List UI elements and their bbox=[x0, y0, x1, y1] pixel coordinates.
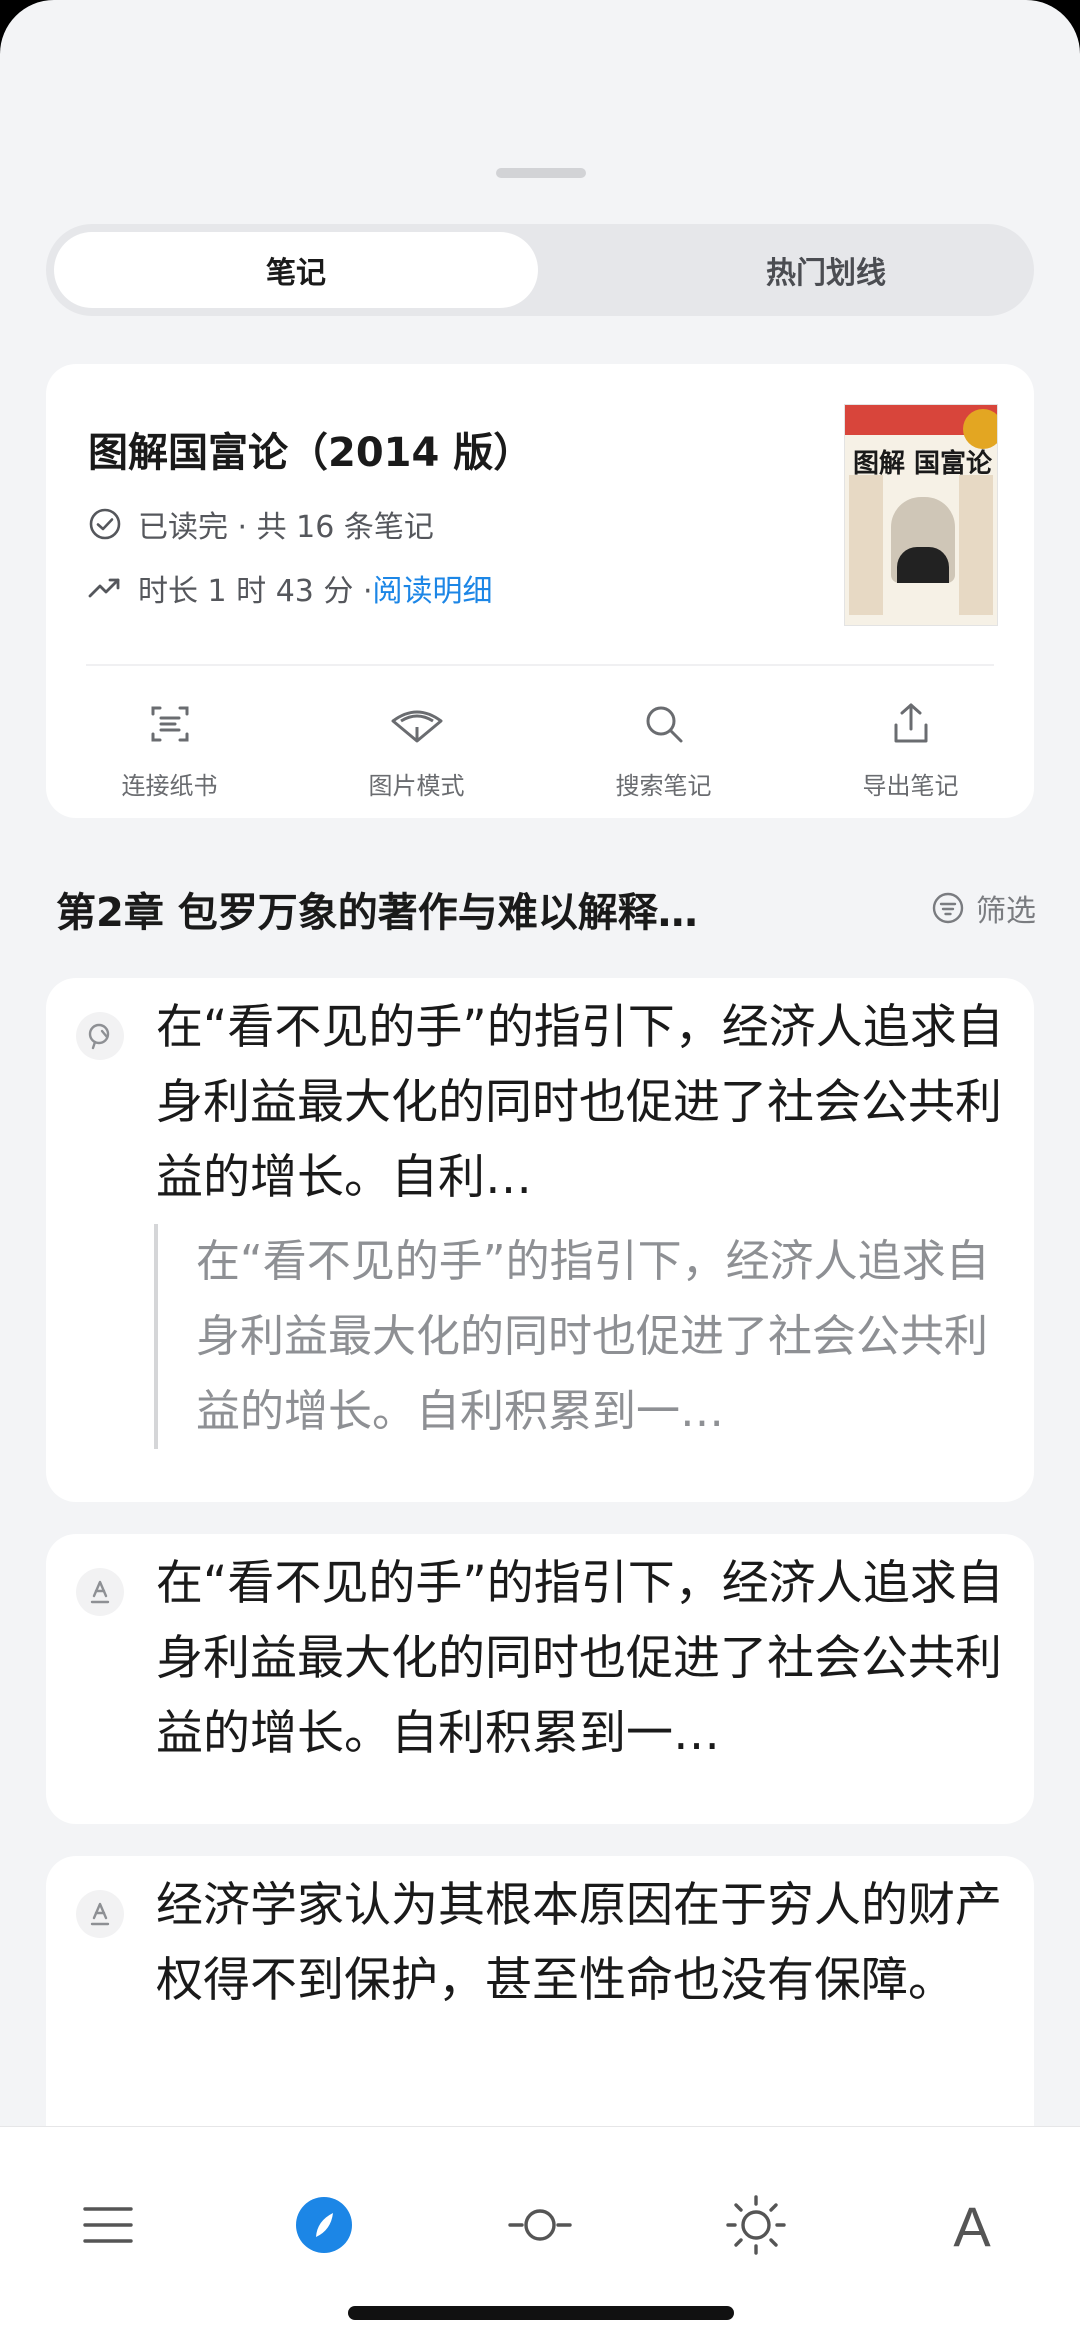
read-status: 已读完 · 共 16 条笔记 bbox=[138, 510, 434, 545]
chapter-header: 第2章 包罗万象的著作与难以解释… 筛选 bbox=[56, 880, 1036, 940]
menu-icon bbox=[81, 2203, 135, 2251]
font-settings-button[interactable]: A bbox=[932, 2187, 1012, 2267]
book-title[interactable]: 图解国富论（2014 版） bbox=[88, 420, 533, 478]
compass-icon bbox=[295, 2196, 353, 2258]
export-notes-button[interactable]: 导出笔记 bbox=[787, 694, 1034, 801]
cover-portrait bbox=[891, 497, 955, 583]
chapter-title: 第2章 包罗万象的著作与难以解释… bbox=[56, 890, 698, 936]
thought-icon bbox=[76, 1012, 124, 1060]
menu-button[interactable] bbox=[68, 2187, 148, 2267]
underline-icon bbox=[76, 1568, 124, 1616]
filter-icon bbox=[930, 890, 966, 926]
action-label: 图片模式 bbox=[368, 772, 465, 800]
font-icon: A bbox=[953, 2195, 991, 2258]
progress-icon bbox=[508, 2205, 572, 2249]
scan-icon bbox=[140, 694, 200, 754]
action-label: 连接纸书 bbox=[121, 772, 218, 800]
share-icon bbox=[881, 694, 941, 754]
book-card: 图解国富论（2014 版） 已读完 · 共 16 条笔记 时长 1 时 43 分… bbox=[46, 364, 1034, 818]
note-text: 在“看不见的手”的指引下，经济人追求自身利益最大化的同时也促进了社会公共利益的增… bbox=[156, 1556, 1004, 1761]
progress-button[interactable] bbox=[500, 2187, 580, 2267]
reading-duration: 时长 1 时 43 分 · bbox=[138, 574, 373, 609]
image-mode-button[interactable]: 图片模式 bbox=[293, 694, 540, 801]
book-cover[interactable]: 图解 国富论 bbox=[844, 404, 998, 626]
underline-icon bbox=[76, 1890, 124, 1938]
fan-icon bbox=[387, 694, 447, 754]
home-indicator[interactable] bbox=[348, 2306, 734, 2320]
book-actions: 连接纸书 图片模式 搜索笔记 导出笔记 bbox=[46, 694, 1034, 801]
notes-sheet: 笔记 热门划线 图解国富论（2014 版） 已读完 · 共 16 条笔记 时长 … bbox=[0, 0, 1080, 2341]
note-quote: 在“看不见的手”的指引下，经济人追求自身利益最大化的同时也促进了社会公共利益的增… bbox=[154, 1224, 1004, 1449]
filter-button[interactable]: 筛选 bbox=[930, 886, 1036, 930]
sheet-grabber[interactable] bbox=[496, 168, 586, 178]
note-card[interactable]: 在“看不见的手”的指引下，经济人追求自身利益最大化的同时也促进了社会公共利益的增… bbox=[46, 978, 1034, 1502]
check-circle-icon bbox=[86, 505, 124, 543]
read-status-row: 已读完 · 共 16 条笔记 bbox=[86, 502, 434, 546]
search-icon bbox=[634, 694, 694, 754]
tab-notes[interactable]: 笔记 bbox=[54, 232, 538, 308]
connect-paper-book-button[interactable]: 连接纸书 bbox=[46, 694, 293, 801]
note-text: 在“看不见的手”的指引下，经济人追求自身利益最大化的同时也促进了社会公共利益的增… bbox=[156, 1000, 1004, 1205]
brightness-button[interactable] bbox=[716, 2187, 796, 2267]
search-notes-button[interactable]: 搜索笔记 bbox=[540, 694, 787, 801]
cover-decoration bbox=[849, 475, 883, 615]
trend-icon bbox=[86, 569, 124, 607]
duration-row: 时长 1 时 43 分 · 阅读明细 bbox=[86, 566, 492, 610]
segmented-control: 笔记 热门划线 bbox=[46, 224, 1034, 316]
action-label: 导出笔记 bbox=[862, 772, 959, 800]
note-text: 经济学家认为其根本原因在于穷人的财产权得不到保护，甚至性命也没有保障。 bbox=[156, 1878, 1002, 2008]
tab-popular-highlights[interactable]: 热门划线 bbox=[584, 232, 1068, 308]
filter-label: 筛选 bbox=[976, 894, 1036, 929]
brightness-icon bbox=[724, 2193, 788, 2261]
reading-detail-link[interactable]: 阅读明细 bbox=[372, 566, 492, 610]
compass-button[interactable] bbox=[284, 2187, 364, 2267]
note-card[interactable]: 在“看不见的手”的指引下，经济人追求自身利益最大化的同时也促进了社会公共利益的增… bbox=[46, 1534, 1034, 1824]
cover-title: 图解 国富论 bbox=[853, 449, 993, 479]
card-divider bbox=[86, 664, 994, 666]
cover-decoration bbox=[959, 475, 993, 615]
action-label: 搜索笔记 bbox=[615, 772, 712, 800]
